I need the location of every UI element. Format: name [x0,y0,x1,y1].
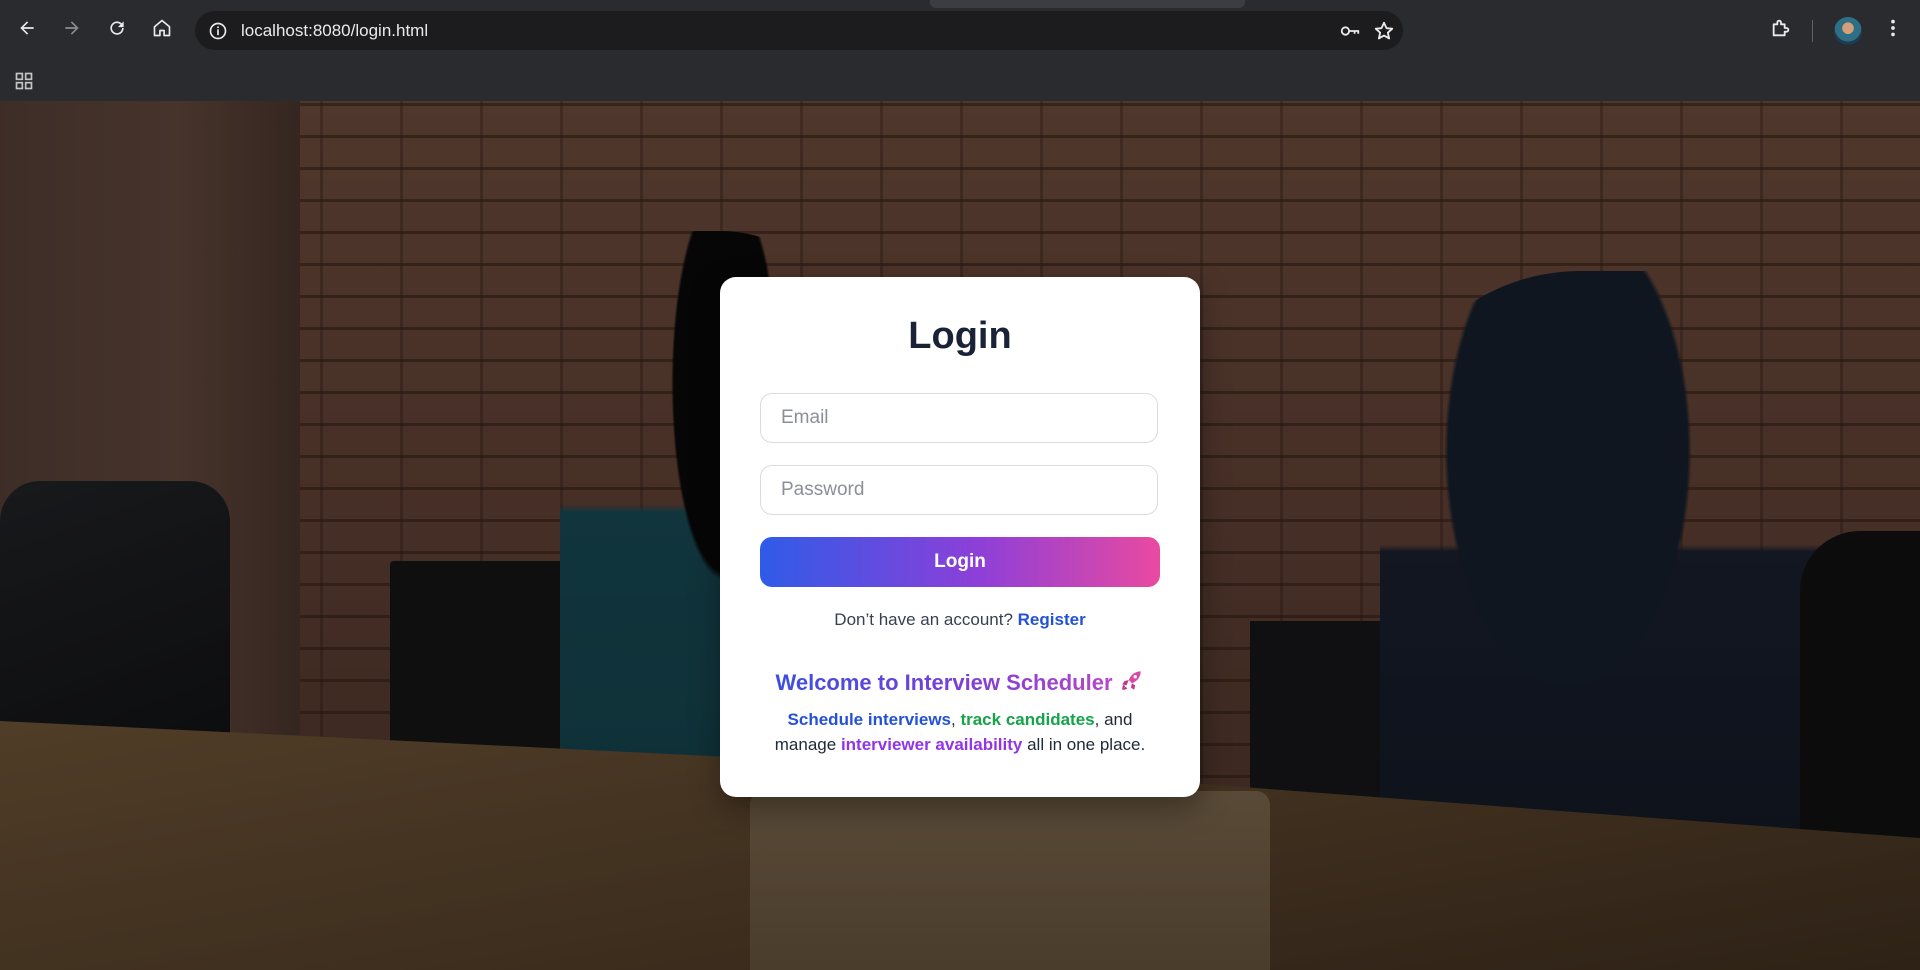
login-card: Login Login Don’t have an account? Regis… [720,277,1200,797]
reload-icon [107,18,127,43]
email-field[interactable] [760,393,1158,443]
menu-button[interactable] [1876,13,1910,47]
apps-grid-icon[interactable] [12,69,36,93]
register-prompt: Don’t have an account? Register [720,610,1200,630]
desc-tail: all in one place. [1022,735,1146,754]
login-button[interactable]: Login [760,537,1160,587]
desc-schedule: Schedule interviews [787,710,951,729]
info-icon[interactable] [207,20,229,42]
puzzle-icon [1770,17,1792,44]
browser-toolbar: localhost:8080/login.html [0,0,1920,61]
home-icon [152,18,172,43]
toolbar-divider [1812,20,1813,42]
back-arrow-icon [17,18,37,43]
rocket-icon [1119,667,1145,699]
forward-arrow-icon [62,18,82,43]
profile-avatar[interactable] [1834,17,1862,45]
page-title: Login [908,315,1012,357]
home-button[interactable] [145,13,179,47]
welcome-heading: Welcome to Interview Scheduler [720,667,1200,699]
password-field[interactable] [760,465,1158,515]
bookmarks-bar [0,61,1920,102]
description-text: Schedule interviews, track candidates, a… [760,707,1160,757]
extensions-button[interactable] [1764,13,1798,47]
page-viewport: Login Login Don’t have an account? Regis… [0,101,1920,970]
star-icon[interactable] [1373,20,1395,42]
url-text[interactable]: localhost:8080/login.html [241,21,428,41]
kebab-menu-icon [1882,17,1904,44]
forward-button[interactable] [55,13,89,47]
reload-button[interactable] [100,13,134,47]
welcome-text: Welcome to Interview Scheduler [775,670,1113,695]
tab-strip-indicator [930,0,1245,8]
register-prompt-text: Don’t have an account? [834,610,1013,629]
address-bar[interactable]: localhost:8080/login.html [195,11,1403,50]
desc-track: track candidates [960,710,1095,729]
desc-availability: interviewer availability [840,735,1023,754]
register-link[interactable]: Register [1018,610,1086,629]
key-icon[interactable] [1339,20,1361,42]
back-button[interactable] [10,13,44,47]
